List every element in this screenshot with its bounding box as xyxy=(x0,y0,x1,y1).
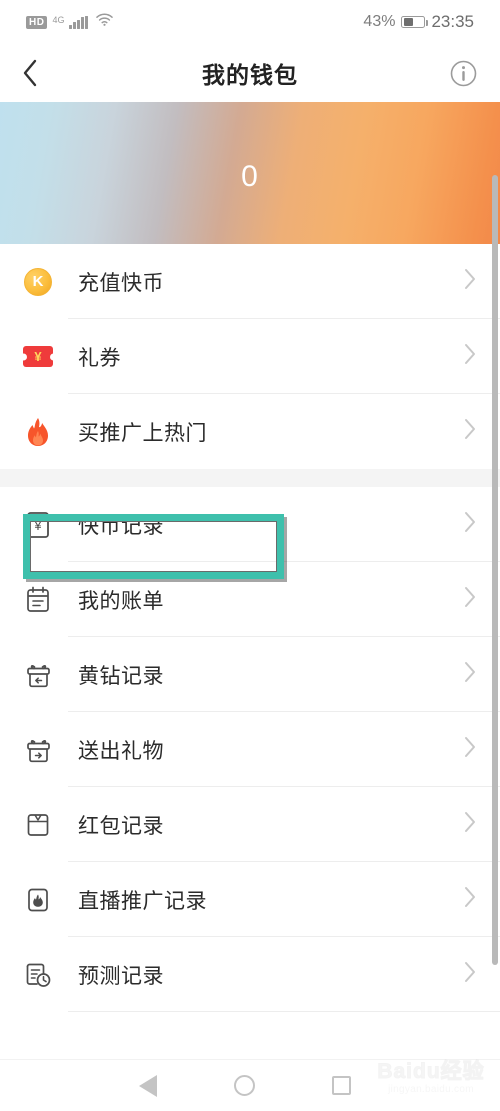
chevron-right-icon xyxy=(464,511,476,538)
vertical-scrollbar[interactable] xyxy=(492,175,498,965)
gift-coupon-ticket-icon: ¥ xyxy=(22,341,54,373)
list-item-my-bill[interactable]: 我的账单 xyxy=(0,562,500,637)
nav-recents-button[interactable] xyxy=(318,1062,366,1110)
list-group-services: K 充值快币 ¥ 礼券 买推广上热门 xyxy=(0,244,500,469)
list-group-records: ¥ 快币记录 我的账单 黄钻记录 送出礼物 红包记录 直播推广记录 预测记录 xyxy=(0,487,500,1012)
back-chevron-icon xyxy=(23,59,37,87)
balance-amount: 0 xyxy=(241,160,259,193)
list-item-red-packet-record[interactable]: 红包记录 xyxy=(0,787,500,862)
gift-box-send-icon xyxy=(22,734,54,766)
list-item-kuaibi-record[interactable]: ¥ 快币记录 xyxy=(0,487,500,562)
status-bar: HD 4G 43% 23:35 xyxy=(0,0,500,44)
svg-text:¥: ¥ xyxy=(33,518,42,533)
chevron-right-icon xyxy=(464,268,476,295)
kuaibi-record-document-icon: ¥ xyxy=(22,509,54,541)
wallet-balance-banner: 0 xyxy=(0,102,500,244)
nav-home-circle-icon xyxy=(234,1075,256,1096)
list-separator xyxy=(68,1011,500,1012)
flame-icon xyxy=(22,416,54,448)
list-item-label: 快币记录 xyxy=(78,514,164,538)
hd-badge: HD xyxy=(26,15,48,29)
chevron-right-icon xyxy=(464,811,476,838)
gift-box-receive-icon xyxy=(22,659,54,691)
phone-screen: HD 4G 43% 23:35 我的钱包 0 K 充值快币 ¥ 礼券 买推广上热… xyxy=(0,0,500,1111)
kuaibi-coin-icon: K xyxy=(22,266,54,298)
list-item-label: 买推广上热门 xyxy=(78,421,207,445)
info-circle-icon xyxy=(450,60,476,86)
page-title: 我的钱包 xyxy=(202,62,298,88)
back-button[interactable] xyxy=(22,58,52,88)
title-bar: 我的钱包 xyxy=(0,44,500,102)
battery-icon xyxy=(401,16,429,28)
nav-back-button[interactable] xyxy=(124,1062,172,1110)
red-packet-envelope-icon xyxy=(22,809,54,841)
chevron-right-icon xyxy=(464,343,476,370)
list-item-prediction-record[interactable]: 预测记录 xyxy=(0,937,500,1012)
chevron-right-icon xyxy=(464,418,476,445)
list-item-label: 红包记录 xyxy=(78,814,164,838)
list-item-label: 送出礼物 xyxy=(78,739,164,763)
list-item-live-promotion-record[interactable]: 直播推广记录 xyxy=(0,862,500,937)
list-item-yellow-diamond-record[interactable]: 黄钻记录 xyxy=(0,637,500,712)
battery-percent-label: 43% xyxy=(363,13,396,30)
calendar-bill-icon xyxy=(22,584,54,616)
list-item-buy-promotion[interactable]: 买推广上热门 xyxy=(0,394,500,469)
clock-label: 23:35 xyxy=(431,12,474,31)
info-button[interactable] xyxy=(448,58,478,88)
list-item-label: 黄钻记录 xyxy=(78,664,164,688)
list-item-label: 我的账单 xyxy=(78,589,164,613)
status-bar-right: 43% 23:35 xyxy=(363,12,474,32)
list-item-label: 直播推广记录 xyxy=(78,889,207,913)
nav-home-button[interactable] xyxy=(221,1062,269,1110)
nav-back-triangle-icon xyxy=(139,1074,158,1097)
chevron-right-icon xyxy=(464,661,476,688)
list-item-label: 礼券 xyxy=(78,346,121,370)
android-nav-bar xyxy=(0,1059,500,1111)
list-item-gifts-sent[interactable]: 送出礼物 xyxy=(0,712,500,787)
list-item-label: 充值快币 xyxy=(78,271,164,295)
network-type-label: 4G xyxy=(52,15,65,25)
signal-bars-icon xyxy=(69,15,88,29)
list-item-label: 预测记录 xyxy=(78,964,164,988)
nav-recents-square-icon xyxy=(332,1076,352,1095)
chevron-right-icon xyxy=(464,586,476,613)
live-promotion-flame-icon xyxy=(22,884,54,916)
chevron-right-icon xyxy=(464,886,476,913)
status-bar-left: HD 4G xyxy=(26,13,113,31)
prediction-clock-document-icon xyxy=(22,959,54,991)
list-item-gift-coupon[interactable]: ¥ 礼券 xyxy=(0,319,500,394)
section-gap xyxy=(0,469,500,487)
chevron-right-icon xyxy=(464,736,476,763)
chevron-right-icon xyxy=(464,961,476,988)
wifi-icon xyxy=(96,13,113,31)
list-item-recharge-kuaibi[interactable]: K 充值快币 xyxy=(0,244,500,319)
